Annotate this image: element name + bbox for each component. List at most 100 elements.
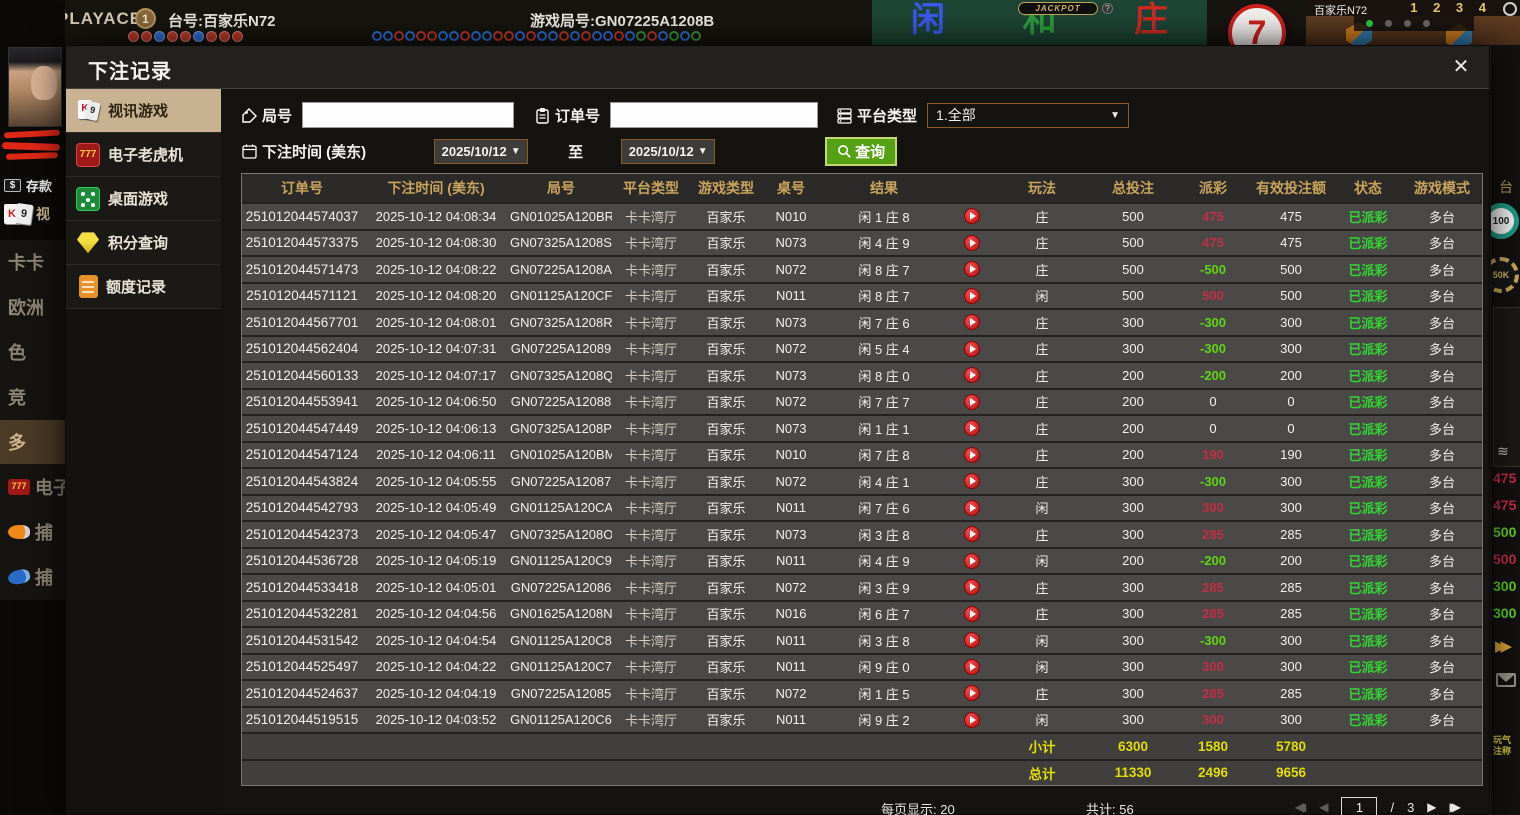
cell-table_no: N072 (775, 685, 807, 701)
bead-ring-icon (504, 31, 514, 41)
fast-forward-icon[interactable]: ▶▶ (1495, 637, 1512, 655)
chip-50k-icon[interactable]: 50K (1491, 257, 1519, 293)
cell-total: 300 (1122, 579, 1144, 595)
redaction-mark (5, 152, 59, 160)
game-item-label: 竞 (8, 388, 26, 408)
column-header: 局号 (547, 180, 575, 196)
result-detail-play-icon[interactable] (964, 446, 980, 463)
table-row: 251012044524637 2025-10-12 04:04:19 GN0722… (242, 679, 1482, 706)
bet-zone-player[interactable]: 闲 (911, 0, 945, 40)
tab-table-games[interactable]: 桌面游戏 (66, 177, 221, 221)
cell-order: 251012044532281 (245, 606, 359, 622)
top-bar: PLAYACE 1 台号:百家乐N72 游戏局号:GN07225A1208B 闲… (0, 0, 1520, 62)
subtotal-row-payout: 1580 (1197, 738, 1229, 754)
bead-ring-icon (416, 31, 426, 41)
last-page-icon[interactable]: ▶▶ (1450, 800, 1462, 814)
chip-100-icon[interactable]: 100 (1491, 203, 1519, 239)
result-detail-play-icon[interactable] (964, 367, 980, 384)
result-detail-play-icon[interactable] (964, 340, 980, 357)
camera-toggle-icon[interactable] (1503, 2, 1517, 16)
grand-total-row-payout: 2496 (1197, 765, 1229, 781)
game-item-label: 捕 (35, 568, 53, 588)
tab-live-video-games[interactable]: K9 视讯游戏 (66, 89, 234, 133)
date-from-dropdown[interactable]: 2025/10/12 ▼ (434, 138, 529, 164)
cell-game: 百家乐 (706, 686, 746, 702)
sidebar-game-item-2[interactable]: 色 (0, 330, 65, 375)
clipboard-icon (536, 107, 549, 124)
cell-platform: 卡卡湾厅 (624, 315, 677, 331)
tab-points-query[interactable]: 积分查询 (66, 221, 221, 265)
cell-round: GN07225A12086 (510, 579, 612, 595)
cell-table_no: N072 (775, 579, 807, 595)
sidebar-game-item-4[interactable]: 多 (0, 420, 65, 465)
search-button[interactable]: 查询 (825, 136, 898, 166)
cell-round: GN07325A1208S (510, 235, 612, 251)
cell-game: 百家乐 (706, 580, 746, 596)
cell-result: 闲 8 庄 7 (858, 262, 910, 278)
result-detail-play-icon[interactable] (964, 711, 980, 728)
result-detail-play-icon[interactable] (964, 552, 980, 569)
sidebar-game-item-5[interactable]: 777 电子 (0, 465, 65, 510)
result-detail-play-icon[interactable] (964, 420, 980, 437)
result-detail-play-icon[interactable] (964, 261, 980, 278)
sidebar-game-item-0[interactable]: 卡卡 (0, 240, 65, 285)
table-body: 251012044574037 2025-10-12 04:08:34 GN0102… (242, 202, 1482, 785)
round-input[interactable] (302, 102, 515, 128)
platform-select[interactable]: 1.全部 ▼ (927, 102, 1130, 128)
cell-order: 251012044553941 (245, 394, 359, 410)
page-input[interactable] (1341, 797, 1378, 815)
cell-platform: 卡卡湾厅 (624, 342, 677, 358)
cell-game: 百家乐 (706, 501, 746, 517)
order-input[interactable] (610, 102, 819, 128)
result-detail-play-icon[interactable] (964, 234, 980, 251)
result-detail-play-icon[interactable] (964, 632, 980, 649)
close-icon[interactable]: ✕ (1447, 54, 1475, 82)
cell-table_no: N011 (775, 712, 807, 728)
cell-table_no: N072 (775, 473, 807, 489)
result-detail-play-icon[interactable] (964, 526, 980, 543)
calendar-icon (242, 144, 257, 159)
cell-detail (948, 658, 996, 675)
cell-game: 百家乐 (706, 448, 746, 464)
cell-valid: 300 (1280, 341, 1302, 357)
sidebar-game-item-6[interactable]: 捕 (0, 510, 65, 555)
cell-detail (948, 685, 996, 702)
result-detail-play-icon[interactable] (964, 658, 980, 675)
bet-zone-banker[interactable]: 庄 (1134, 0, 1168, 40)
cell-status: 已派彩 (1348, 421, 1388, 437)
sidebar-game-item-7[interactable]: 捕 (0, 555, 65, 600)
cell-valid: 190 (1280, 447, 1302, 463)
avatar[interactable] (8, 47, 62, 127)
sidebar-item-live-games[interactable]: K 9 视 (4, 202, 50, 226)
result-detail-play-icon[interactable] (964, 579, 980, 596)
result-detail-play-icon[interactable] (964, 393, 980, 410)
bet-records-dialog: 下注记录 ✕ K9 视讯游戏 777 电子老虎机 桌面游戏 积分查询 额度记录 … (65, 45, 1490, 815)
cell-result: 闲 3 庄 8 (858, 633, 910, 649)
tab-credit-records[interactable]: 额度记录 (66, 265, 221, 309)
cell-total: 500 (1122, 261, 1144, 277)
bead-ring-icon (570, 31, 580, 41)
result-detail-play-icon[interactable] (964, 287, 980, 304)
result-detail-play-icon[interactable] (964, 499, 980, 516)
result-detail-play-icon[interactable] (964, 685, 980, 702)
bead-ring-icon (537, 31, 547, 41)
tab-slot-machines[interactable]: 777 电子老虎机 (66, 133, 221, 177)
game-item-label: 多 (8, 433, 26, 453)
result-detail-play-icon[interactable] (964, 208, 980, 225)
sidebar-game-item-3[interactable]: 竞 (0, 375, 65, 420)
result-detail-play-icon[interactable] (964, 314, 980, 331)
result-detail-play-icon[interactable] (964, 473, 980, 490)
tab-label: 视讯游戏 (108, 103, 169, 120)
prev-page-icon[interactable]: ◀ (1319, 800, 1328, 814)
next-page-icon[interactable]: ▶ (1427, 800, 1436, 814)
cell-detail (948, 420, 996, 437)
result-detail-play-icon[interactable] (964, 605, 980, 622)
mail-icon[interactable] (1496, 673, 1516, 687)
sidebar-item-deposit[interactable]: $ 存款 (4, 176, 52, 195)
sidebar-game-item-1[interactable]: 欧洲 (0, 285, 65, 330)
first-page-icon[interactable]: ◀◀ (1295, 800, 1307, 814)
cell-status: 已派彩 (1348, 209, 1388, 225)
cell-mode: 多台 (1428, 474, 1455, 490)
cell-detail (948, 473, 996, 490)
date-to-dropdown[interactable]: 2025/10/12 ▼ (621, 138, 716, 164)
